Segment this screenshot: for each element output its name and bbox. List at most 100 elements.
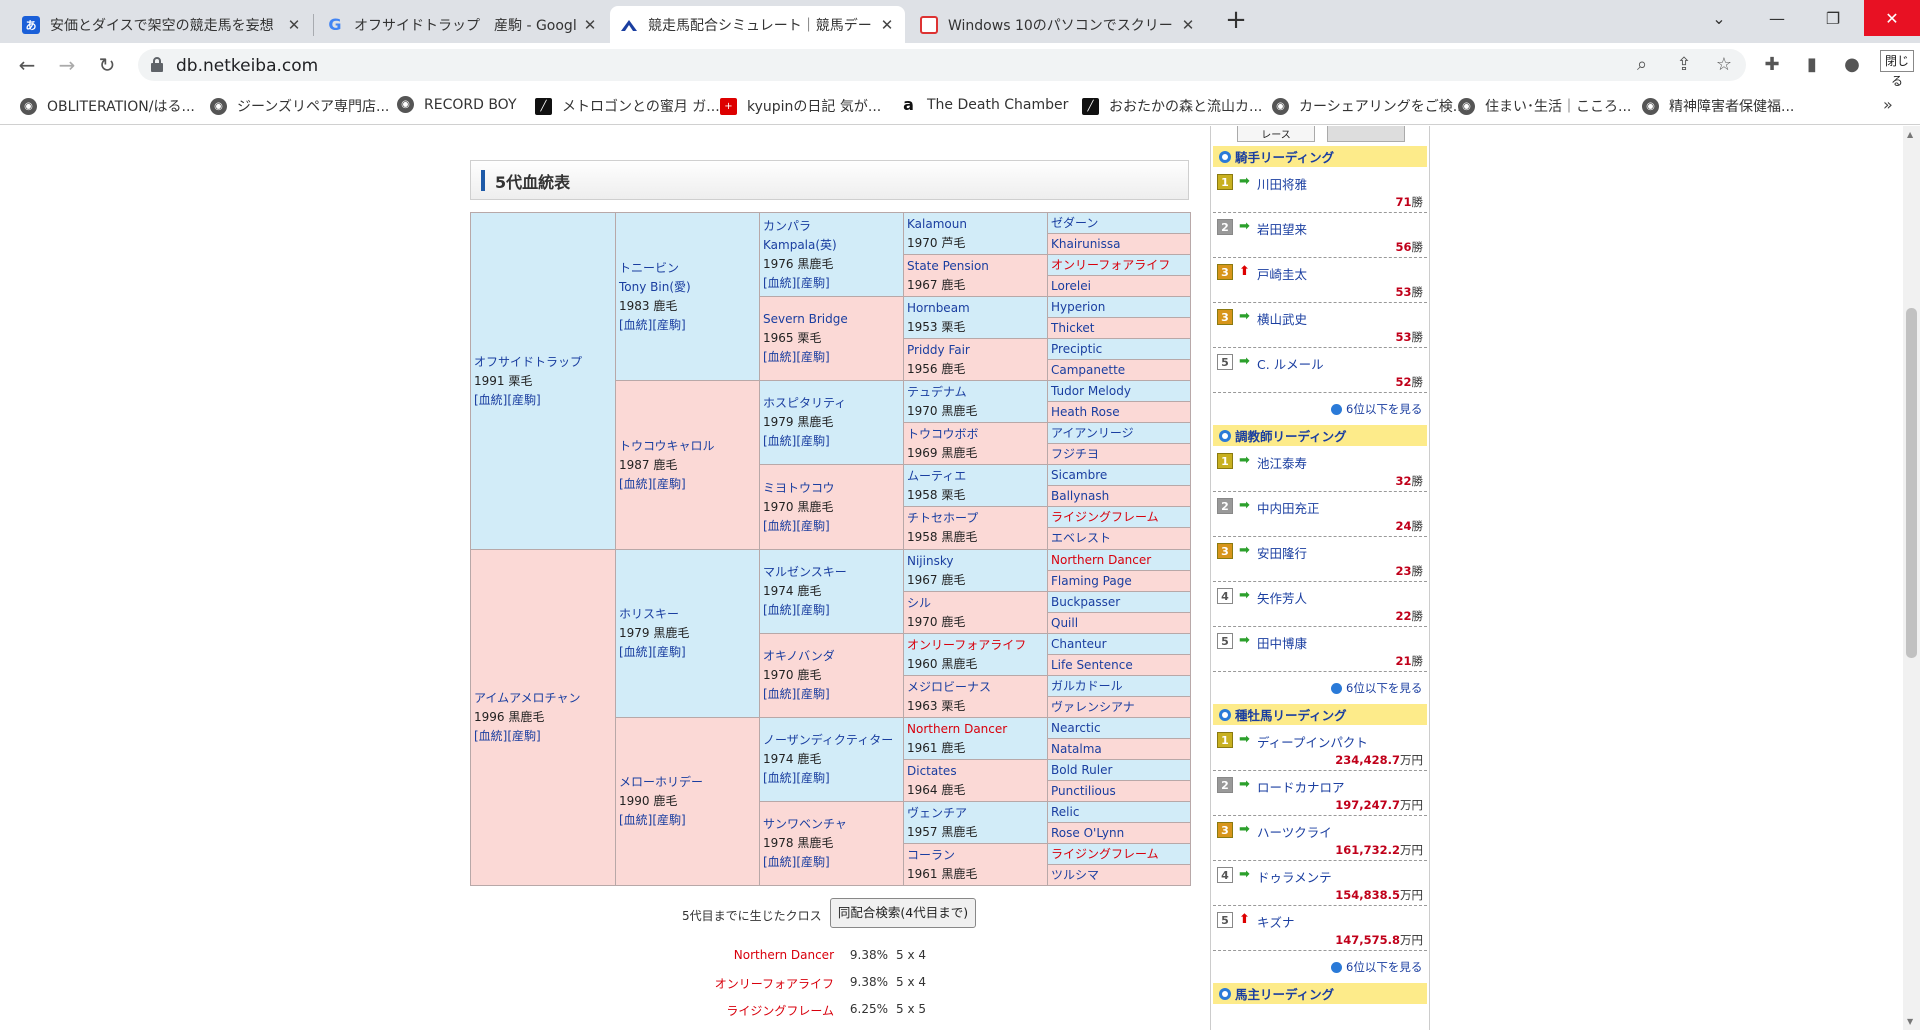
- horse-name-link[interactable]: Dictates: [907, 762, 1047, 781]
- sidebar-top-button[interactable]: レース: [1237, 126, 1315, 142]
- back-icon[interactable]: ←: [12, 50, 42, 80]
- leading-name-link[interactable]: ハーツクライ: [1257, 822, 1332, 841]
- pedigree-progeny-link[interactable]: [血統][産駒]: [763, 601, 903, 620]
- pedigree-progeny-link[interactable]: [血統][産駒]: [763, 432, 903, 451]
- horse-name-link[interactable]: Ballynash: [1051, 487, 1190, 506]
- horse-name-link[interactable]: Nearctic: [1051, 719, 1190, 738]
- leading-name-link[interactable]: 横山武史: [1257, 309, 1307, 328]
- bookmark[interactable]: + kyupinの日記 気が...: [720, 96, 881, 116]
- pedigree-progeny-link[interactable]: [血統][産駒]: [763, 348, 903, 367]
- see-more-link[interactable]: 6位以下を見る: [1331, 959, 1422, 975]
- horse-name-link[interactable]: チトセホープ: [907, 509, 1047, 528]
- horse-name-link[interactable]: エベレスト: [1051, 529, 1190, 548]
- leading-name-link[interactable]: 川田将雅: [1257, 174, 1307, 193]
- pedigree-progeny-link[interactable]: [血統][産駒]: [474, 727, 615, 746]
- horse-name-link[interactable]: ガルカドール: [1051, 677, 1190, 696]
- pedigree-progeny-link[interactable]: [血統][産駒]: [763, 769, 903, 788]
- leading-name-link[interactable]: 中内田充正: [1257, 498, 1320, 517]
- close-tab-icon[interactable]: ✕: [1180, 16, 1196, 34]
- leading-name-link[interactable]: 池江泰寿: [1257, 453, 1307, 472]
- pedigree-progeny-link[interactable]: [血統][産駒]: [763, 685, 903, 704]
- horse-name-link[interactable]: Severn Bridge: [763, 310, 903, 329]
- new-tab-button[interactable]: +: [1222, 6, 1250, 36]
- horse-name-link[interactable]: カンパラ: [763, 217, 903, 236]
- leading-name-link[interactable]: ディープインパクト: [1257, 732, 1368, 751]
- horse-name-link[interactable]: Quill: [1051, 614, 1190, 633]
- tab-2[interactable]: G オフサイドトラップ 産駒 - Google 検 ✕: [316, 6, 608, 43]
- sidebar-top-button[interactable]: [1327, 126, 1405, 142]
- horse-name-link[interactable]: メジロビーナス: [907, 678, 1047, 697]
- more-bookmarks-icon[interactable]: »: [1883, 95, 1893, 114]
- horse-name-link[interactable]: ライジングフレーム: [1051, 845, 1190, 864]
- leading-name-link[interactable]: 安田隆行: [1257, 543, 1307, 562]
- horse-name-link[interactable]: オキノバンダ: [763, 647, 903, 666]
- tab-search-icon[interactable]: ⌄: [1696, 0, 1742, 36]
- pedigree-progeny-link[interactable]: [血統][産駒]: [474, 391, 615, 410]
- horse-name-link[interactable]: トニービン: [619, 259, 759, 278]
- horse-name-link[interactable]: メローホリデー: [619, 773, 759, 792]
- close-tab-icon[interactable]: ✕: [582, 16, 598, 34]
- tab-1[interactable]: あ 安価とダイスで架空の競走馬を妄想 ✕: [12, 6, 312, 43]
- horse-name-link[interactable]: Life Sentence: [1051, 656, 1190, 675]
- horse-name-link[interactable]: シル: [907, 594, 1047, 613]
- horse-name-link[interactable]: マルゼンスキー: [763, 563, 903, 582]
- horse-name-link[interactable]: ノーザンディクティター: [763, 731, 903, 750]
- horse-name-link[interactable]: Campanette: [1051, 361, 1190, 380]
- horse-name-link[interactable]: ムーティエ: [907, 467, 1047, 486]
- see-more-link[interactable]: 6位以下を見る: [1331, 401, 1422, 417]
- horse-name-link[interactable]: ホスピタリティ: [763, 394, 903, 413]
- pedigree-progeny-link[interactable]: [血統][産駒]: [763, 517, 903, 536]
- zoom-icon[interactable]: ⌕: [1628, 51, 1656, 79]
- horse-name-link[interactable]: Thicket: [1051, 319, 1190, 338]
- horse-name-link[interactable]: アイアンリージ: [1051, 424, 1190, 443]
- horse-name-link[interactable]: フジチヨ: [1051, 445, 1190, 464]
- pedigree-progeny-link[interactable]: [血統][産駒]: [763, 274, 903, 293]
- leading-name-link[interactable]: C. ルメール: [1257, 354, 1324, 373]
- address-bar[interactable]: db.netkeiba.com: [138, 49, 1746, 81]
- horse-name-link[interactable]: ホリスキー: [619, 605, 759, 624]
- horse-name-link[interactable]: Kalamoun: [907, 215, 1047, 234]
- see-more-link[interactable]: 6位以下を見る: [1331, 680, 1422, 696]
- tab-4[interactable]: Windows 10のパソコンでスクリーンシ ✕: [910, 6, 1206, 43]
- horse-name-link[interactable]: Sicambre: [1051, 466, 1190, 485]
- close-tab-icon[interactable]: ✕: [286, 16, 302, 34]
- close-tab-icon[interactable]: ✕: [879, 16, 895, 34]
- horse-name-link[interactable]: Relic: [1051, 803, 1190, 822]
- extensions-icon[interactable]: ✚: [1758, 51, 1786, 79]
- horse-name-link[interactable]: Rose O'Lynn: [1051, 824, 1190, 843]
- scrollbar[interactable]: ▲ ▼: [1903, 126, 1920, 1030]
- horse-name-link[interactable]: トウコウボボ: [907, 425, 1047, 444]
- same-mating-search-button[interactable]: 同配合検索(4代目まで): [830, 898, 976, 928]
- share-icon[interactable]: ⇪: [1670, 51, 1698, 79]
- horse-name-link[interactable]: Hornbeam: [907, 299, 1047, 318]
- horse-name-link[interactable]: ミヨトウコウ: [763, 479, 903, 498]
- leading-name-link[interactable]: 田中博康: [1257, 633, 1307, 652]
- bookmark[interactable]: ◉ ジーンズリペア専門店...: [210, 96, 389, 116]
- pedigree-progeny-link[interactable]: [血統][産駒]: [619, 643, 759, 662]
- horse-name-link[interactable]: ゼダーン: [1051, 214, 1190, 233]
- horse-name-link[interactable]: Lorelei: [1051, 277, 1190, 296]
- minimize-icon[interactable]: —: [1754, 0, 1800, 36]
- horse-name-link[interactable]: Nijinsky: [907, 552, 1047, 571]
- horse-name-link[interactable]: Priddy Fair: [907, 341, 1047, 360]
- horse-name-link[interactable]: Preciptic: [1051, 340, 1190, 359]
- horse-name-link[interactable]: Northern Dancer: [907, 720, 1047, 739]
- scrollbar-thumb[interactable]: [1906, 308, 1917, 658]
- bookmark[interactable]: a The Death Chamber: [900, 95, 1068, 114]
- bookmark[interactable]: ◉ OBLITERATION/はる...: [20, 96, 195, 116]
- horse-name-link[interactable]: State Pension: [907, 257, 1047, 276]
- bookmark[interactable]: ◉ 精神障害者保健福...: [1642, 96, 1794, 116]
- forward-icon[interactable]: →: [52, 50, 82, 80]
- star-icon[interactable]: ☆: [1710, 51, 1738, 79]
- pedigree-progeny-link[interactable]: [血統][産駒]: [619, 475, 759, 494]
- leading-name-link[interactable]: キズナ: [1257, 912, 1295, 931]
- horse-name-link[interactable]: ライジングフレーム: [1051, 508, 1190, 527]
- pedigree-progeny-link[interactable]: [血統][産駒]: [619, 316, 759, 335]
- restore-icon[interactable]: ❐: [1810, 0, 1856, 36]
- horse-name-link[interactable]: オンリーフォアライフ: [1051, 256, 1190, 275]
- horse-name-link[interactable]: Northern Dancer: [1051, 551, 1190, 570]
- horse-name-link[interactable]: Hyperion: [1051, 298, 1190, 317]
- horse-name-link[interactable]: トウコウキャロル: [619, 437, 759, 456]
- horse-name-link[interactable]: Khairunissa: [1051, 235, 1190, 254]
- horse-name-link[interactable]: アイムアメロチャン: [474, 689, 615, 708]
